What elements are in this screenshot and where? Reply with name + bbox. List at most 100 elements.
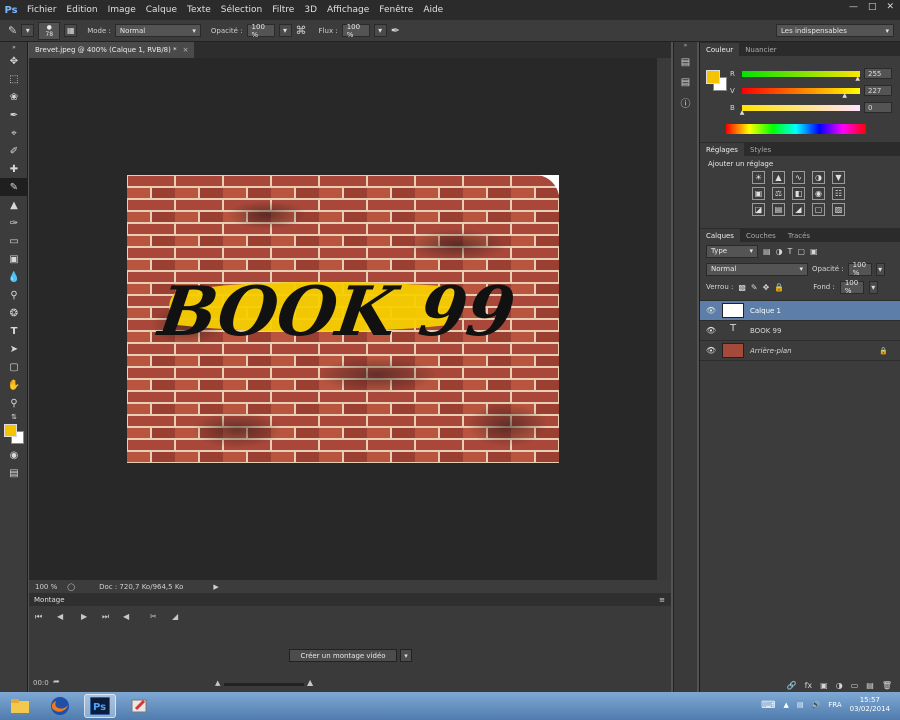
clock[interactable]: 15:57 03/02/2014 [850, 696, 890, 714]
tab-calques[interactable]: Calques [700, 229, 740, 242]
gradient-map-icon[interactable]: ▢ [812, 203, 825, 216]
brightness-contrast-icon[interactable]: ☀ [752, 171, 765, 184]
properties-panel-icon[interactable]: ▤ [674, 72, 697, 92]
menu-3d[interactable]: 3D [299, 5, 322, 15]
lock-transparent-pixels-icon[interactable]: ▩ [738, 283, 746, 292]
layer-opacity-field[interactable]: 100 % [847, 261, 872, 277]
color-foreground-swatch[interactable] [706, 70, 720, 84]
layer-name[interactable]: Calque 1 [750, 307, 781, 315]
red-value[interactable]: 255 [864, 68, 892, 79]
menu-affichage[interactable]: Affichage [322, 5, 374, 15]
exposure-icon[interactable]: ◑ [812, 171, 825, 184]
previous-frame-icon[interactable]: ◀ [57, 612, 63, 621]
type-tool-icon[interactable]: T [0, 322, 28, 340]
close-tab-icon[interactable]: × [183, 46, 189, 54]
firefox-icon[interactable] [44, 694, 76, 718]
document-tab[interactable]: Brevet.jpeg @ 400% (Calque 1, RVB/8) * × [29, 42, 195, 58]
zoom-in-mountain-icon[interactable]: ▲ [307, 678, 313, 687]
split-scissors-icon[interactable]: ✂ [150, 612, 157, 621]
filter-pixel-icon[interactable]: ▤ [763, 247, 771, 256]
chevron-down-icon[interactable]: ▾ [21, 24, 35, 37]
blend-mode-select[interactable]: Normal ▾ [706, 262, 808, 276]
rectangle-tool-icon[interactable]: ▢ [0, 358, 28, 376]
language-indicator[interactable]: FRA [828, 701, 841, 709]
slider-handle-icon[interactable]: ▲ [855, 75, 860, 82]
menu-aide[interactable]: Aide [418, 5, 448, 15]
link-layers-icon[interactable]: 🔗 [787, 681, 797, 690]
hue-saturation-icon[interactable]: ▣ [752, 187, 765, 200]
layer-row[interactable]: 👁 Calque 1 [700, 301, 900, 321]
channel-mixer-icon[interactable]: ☷ [832, 187, 845, 200]
timeline-title[interactable]: Montage [34, 596, 65, 604]
red-slider[interactable]: ▲ [742, 70, 860, 82]
volume-icon[interactable]: 🔊 [812, 701, 821, 709]
export-icon[interactable]: ◯ [67, 583, 75, 591]
selective-color-icon[interactable]: ▨ [832, 203, 845, 216]
menu-fichier[interactable]: Fichier [22, 5, 61, 15]
lock-all-icon[interactable]: 🔒 [774, 283, 784, 292]
path-selection-tool-icon[interactable]: ➤ [0, 340, 28, 358]
vertical-scrollbar[interactable] [657, 58, 671, 580]
keyboard-icon[interactable]: ⌨ [761, 700, 775, 711]
menu-calque[interactable]: Calque [141, 5, 182, 15]
tab-couleur[interactable]: Couleur [700, 43, 740, 56]
lasso-tool-icon[interactable]: ❀ [0, 88, 28, 106]
brush-tool-icon[interactable]: ✎ [0, 178, 28, 196]
filter-type-icon[interactable]: T [788, 247, 793, 256]
crop-tool-icon[interactable]: ⌖ [0, 124, 28, 142]
layer-row[interactable]: 👁 Arrière-plan 🔒 [700, 341, 900, 361]
zoom-out-mountain-icon[interactable]: ▲ [215, 679, 220, 687]
go-to-first-frame-icon[interactable]: ⏮ [35, 612, 42, 622]
tools-collapse-icon[interactable]: » [0, 42, 28, 52]
maximize-icon[interactable]: □ [868, 2, 877, 12]
layer-opacity-dropdown-icon[interactable]: ▾ [875, 262, 885, 276]
move-tool-icon[interactable]: ✥ [0, 52, 28, 70]
green-slider[interactable]: ▲ [742, 87, 860, 99]
screen-mode-icon[interactable]: ▤ [0, 464, 28, 482]
layer-filter-select[interactable]: Type ▾ [706, 244, 758, 258]
dodge-tool-icon[interactable]: ⚲ [0, 286, 28, 304]
mode-select[interactable]: Normal ▾ [114, 24, 201, 37]
next-frame-icon[interactable]: ⏭ [102, 612, 109, 622]
hand-tool-icon[interactable]: ✋ [0, 376, 28, 394]
blue-value[interactable]: 0 [864, 102, 892, 113]
foreground-color-swatch[interactable] [4, 424, 17, 437]
paint-app-icon[interactable] [124, 694, 156, 718]
curves-icon[interactable]: ∿ [792, 171, 805, 184]
black-white-icon[interactable]: ◧ [792, 187, 805, 200]
visibility-eye-icon[interactable]: 👁 [700, 346, 722, 355]
visibility-eye-icon[interactable]: 👁 [700, 326, 722, 335]
audio-icon[interactable]: ◀ [123, 612, 129, 621]
quick-selection-tool-icon[interactable]: ✒ [0, 106, 28, 124]
close-icon[interactable]: ✕ [886, 2, 894, 12]
tab-couches[interactable]: Couches [740, 229, 782, 242]
blur-tool-icon[interactable]: 💧 [0, 268, 28, 286]
eyedropper-tool-icon[interactable]: ✐ [0, 142, 28, 160]
menu-fenetre[interactable]: Fenêtre [374, 5, 418, 15]
tab-reglages[interactable]: Réglages [700, 143, 744, 156]
menu-texte[interactable]: Texte [182, 5, 216, 15]
invert-icon[interactable]: ◪ [752, 203, 765, 216]
add-mask-icon[interactable]: ▣ [820, 681, 828, 690]
create-video-timeline-button[interactable]: Créer un montage vidéo [289, 649, 397, 662]
info-panel-icon[interactable]: ⓘ [674, 92, 697, 112]
color-spectrum-ramp[interactable] [726, 124, 866, 134]
brush-panel-toggle-icon[interactable]: ▦ [64, 24, 78, 37]
layer-style-fx-icon[interactable]: fx [805, 681, 813, 690]
vibrance-icon[interactable]: ▼ [832, 171, 845, 184]
lock-image-pixels-icon[interactable]: ✎ [751, 283, 758, 292]
blue-slider[interactable]: ▲ [740, 104, 860, 116]
layer-row[interactable]: 👁 T BOOK 99 [700, 321, 900, 341]
flow-field[interactable]: 100 % [341, 23, 370, 39]
visibility-eye-icon[interactable]: 👁 [700, 306, 722, 315]
lock-position-icon[interactable]: ✥ [763, 283, 770, 292]
posterize-icon[interactable]: ▤ [772, 203, 785, 216]
file-explorer-icon[interactable] [4, 694, 36, 718]
tab-styles[interactable]: Styles [744, 143, 777, 156]
green-value[interactable]: 227 [864, 85, 892, 96]
photo-filter-icon[interactable]: ◉ [812, 187, 825, 200]
levels-icon[interactable]: ▲ [772, 171, 785, 184]
pen-tool-icon[interactable]: ❂ [0, 304, 28, 322]
healing-brush-tool-icon[interactable]: ✚ [0, 160, 28, 178]
tray-expand-icon[interactable]: ▲ [784, 701, 789, 709]
